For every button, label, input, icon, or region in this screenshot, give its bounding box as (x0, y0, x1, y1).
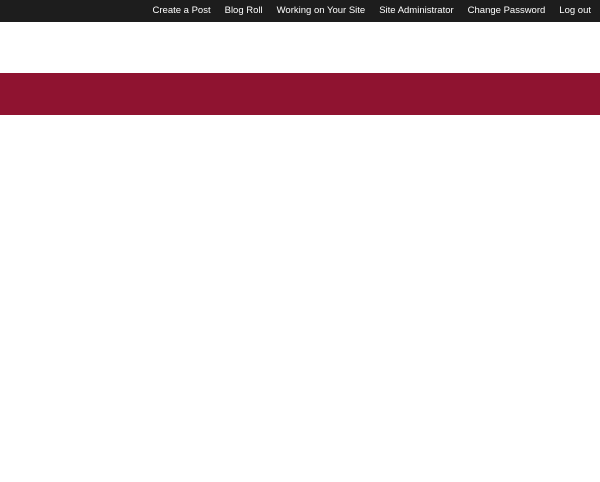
nav-link-working-on-site[interactable]: Working on Your Site (277, 0, 366, 22)
nav-link-site-administrator[interactable]: Site Administrator (379, 0, 453, 22)
nav-link-blog-roll[interactable]: Blog Roll (225, 0, 263, 22)
nav-link-log-out[interactable]: Log out (559, 0, 591, 22)
main-content-area (0, 115, 600, 482)
accent-banner (0, 73, 600, 115)
header-area (0, 22, 600, 73)
admin-top-bar: Create a Post Blog Roll Working on Your … (0, 0, 600, 22)
top-navigation: Create a Post Blog Roll Working on Your … (139, 0, 600, 22)
nav-link-change-password[interactable]: Change Password (468, 0, 546, 22)
nav-link-create-post[interactable]: Create a Post (153, 0, 211, 22)
